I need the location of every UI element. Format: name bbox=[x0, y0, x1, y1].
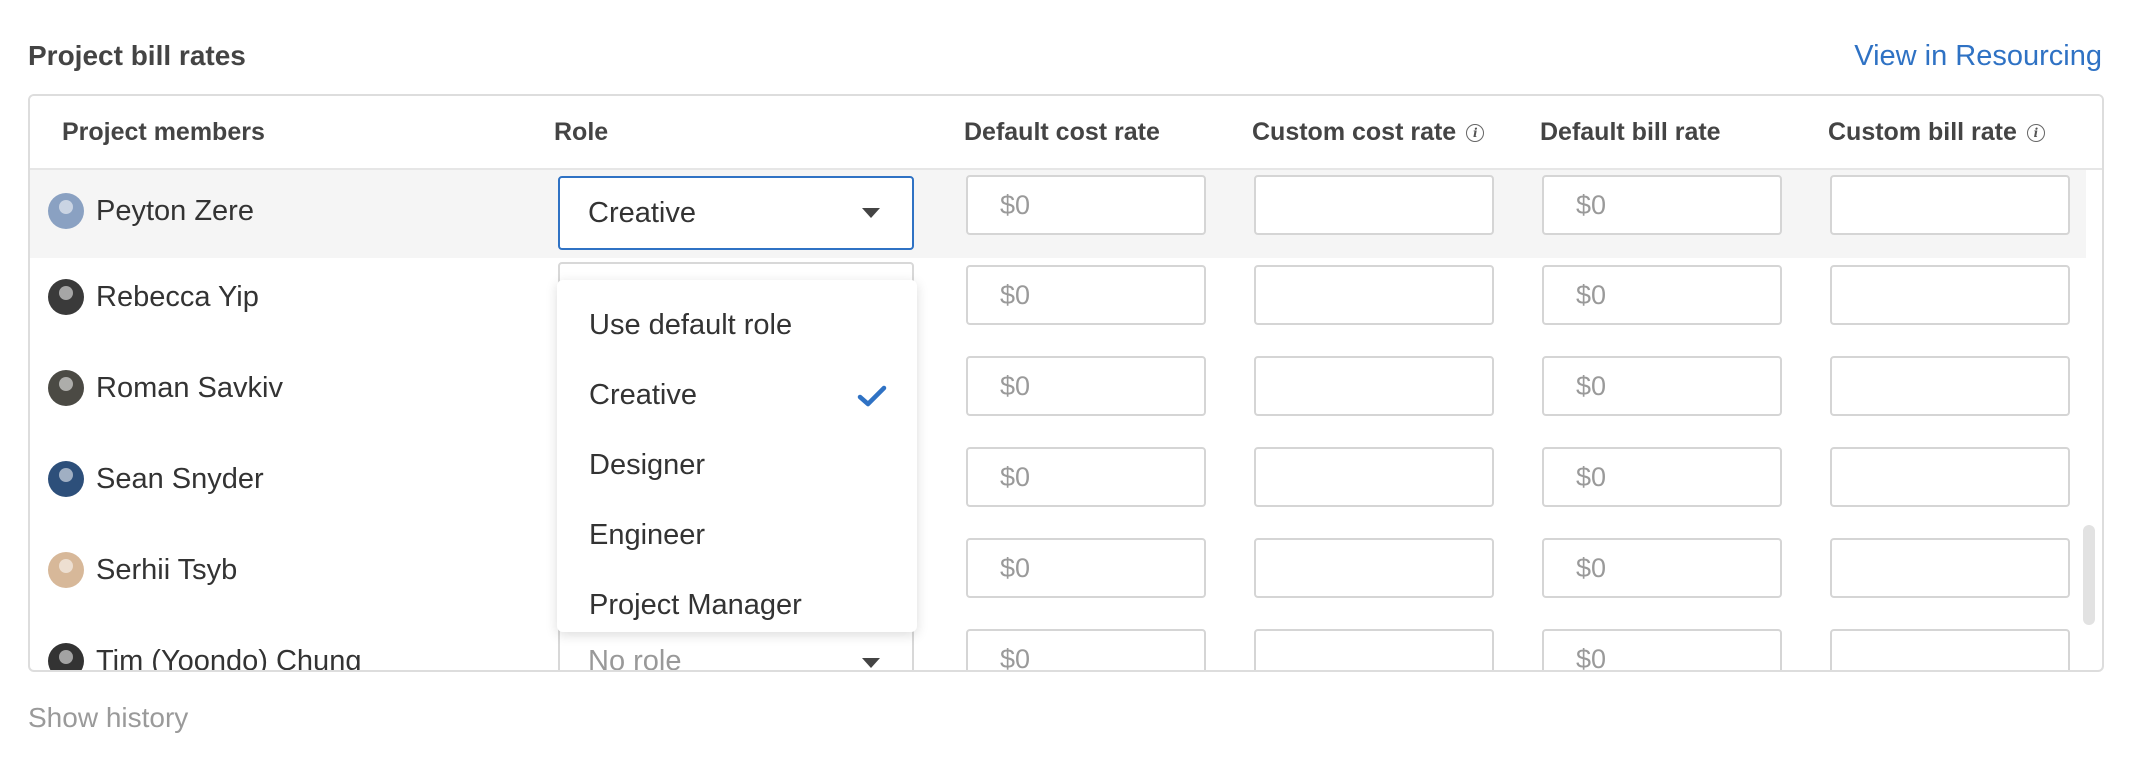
custom-cost-rate-input[interactable] bbox=[1254, 265, 1494, 325]
default-bill-rate-input[interactable] bbox=[1542, 265, 1782, 325]
avatar bbox=[48, 643, 84, 670]
default-cost-rate-input[interactable] bbox=[966, 356, 1206, 416]
custom-bill-rate-input[interactable] bbox=[1830, 538, 2070, 598]
column-header-default-bill: Default bill rate bbox=[1540, 118, 1721, 146]
member-cell: Tim (Yoondo) Chung bbox=[48, 624, 362, 672]
role-dropdown-menu: Use default role Creative Designer Engin… bbox=[557, 280, 917, 632]
member-name: Serhii Tsyb bbox=[96, 553, 238, 586]
role-option-project-manager[interactable]: Project Manager bbox=[557, 570, 917, 640]
avatar bbox=[48, 461, 84, 497]
table-row: Sean Snyder bbox=[30, 442, 2086, 532]
show-history-link[interactable]: Show history bbox=[28, 702, 188, 734]
member-cell: Sean Snyder bbox=[48, 442, 264, 516]
table-header: Project members Role Default cost rate C… bbox=[30, 96, 2102, 170]
default-cost-rate-input[interactable] bbox=[966, 629, 1206, 670]
avatar bbox=[48, 370, 84, 406]
column-header-custom-cost: Custom cost rate i bbox=[1252, 118, 1485, 147]
member-cell: Peyton Zere bbox=[48, 170, 254, 252]
member-cell: Roman Savkiv bbox=[48, 351, 283, 425]
custom-bill-rate-input[interactable] bbox=[1830, 175, 2070, 235]
checkmark-icon bbox=[857, 385, 887, 407]
role-option-creative[interactable]: Creative bbox=[557, 360, 917, 430]
chevron-down-icon bbox=[862, 208, 880, 218]
bill-rates-table: Project members Role Default cost rate C… bbox=[28, 94, 2104, 672]
view-in-resourcing-link[interactable]: View in Resourcing bbox=[1854, 40, 2102, 73]
table-scrollbar[interactable] bbox=[2083, 525, 2095, 625]
custom-cost-rate-input[interactable] bbox=[1254, 175, 1494, 235]
custom-bill-rate-input[interactable] bbox=[1830, 265, 2070, 325]
role-select-value: No role bbox=[588, 644, 682, 672]
info-icon[interactable]: i bbox=[2026, 123, 2045, 142]
custom-bill-rate-input[interactable] bbox=[1830, 447, 2070, 507]
role-select-value: Creative bbox=[588, 196, 696, 229]
table-row: Roman Savkiv bbox=[30, 351, 2086, 441]
avatar bbox=[48, 552, 84, 588]
member-name: Roman Savkiv bbox=[96, 371, 283, 404]
member-cell: Rebecca Yip bbox=[48, 260, 259, 334]
member-name: Rebecca Yip bbox=[96, 280, 259, 313]
column-header-default-cost: Default cost rate bbox=[964, 118, 1160, 146]
member-name: Tim (Yoondo) Chung bbox=[96, 644, 362, 672]
role-option-designer[interactable]: Designer bbox=[557, 430, 917, 500]
default-bill-rate-input[interactable] bbox=[1542, 175, 1782, 235]
column-header-members: Project members bbox=[62, 118, 265, 146]
table-row: Tim (Yoondo) Chung No role bbox=[30, 624, 2086, 672]
custom-cost-rate-input[interactable] bbox=[1254, 356, 1494, 416]
default-cost-rate-input[interactable] bbox=[966, 447, 1206, 507]
default-bill-rate-input[interactable] bbox=[1542, 356, 1782, 416]
custom-cost-rate-input[interactable] bbox=[1254, 447, 1494, 507]
column-header-custom-bill: Custom bill rate i bbox=[1828, 118, 2045, 147]
role-select[interactable]: Creative bbox=[558, 176, 914, 250]
default-bill-rate-input[interactable] bbox=[1542, 629, 1782, 670]
info-icon[interactable]: i bbox=[1466, 123, 1485, 142]
default-cost-rate-input[interactable] bbox=[966, 265, 1206, 325]
avatar bbox=[48, 193, 84, 229]
page-title: Project bill rates bbox=[28, 40, 246, 71]
default-bill-rate-input[interactable] bbox=[1542, 447, 1782, 507]
custom-bill-rate-input[interactable] bbox=[1830, 629, 2070, 670]
member-name: Sean Snyder bbox=[96, 462, 264, 495]
custom-cost-rate-input[interactable] bbox=[1254, 629, 1494, 670]
default-cost-rate-input[interactable] bbox=[966, 175, 1206, 235]
chevron-down-icon bbox=[862, 658, 880, 668]
column-header-role: Role bbox=[554, 118, 609, 146]
table-row: Rebecca Yip bbox=[30, 260, 2086, 350]
custom-bill-rate-input[interactable] bbox=[1830, 356, 2070, 416]
member-name: Peyton Zere bbox=[96, 194, 254, 227]
avatar bbox=[48, 279, 84, 315]
default-bill-rate-input[interactable] bbox=[1542, 538, 1782, 598]
default-cost-rate-input[interactable] bbox=[966, 538, 1206, 598]
role-option-use-default[interactable]: Use default role bbox=[557, 290, 917, 360]
role-option-engineer[interactable]: Engineer bbox=[557, 500, 917, 570]
table-row: Serhii Tsyb bbox=[30, 533, 2086, 623]
table-row: Peyton Zere Creative bbox=[30, 170, 2086, 258]
custom-cost-rate-input[interactable] bbox=[1254, 538, 1494, 598]
member-cell: Serhii Tsyb bbox=[48, 533, 237, 607]
